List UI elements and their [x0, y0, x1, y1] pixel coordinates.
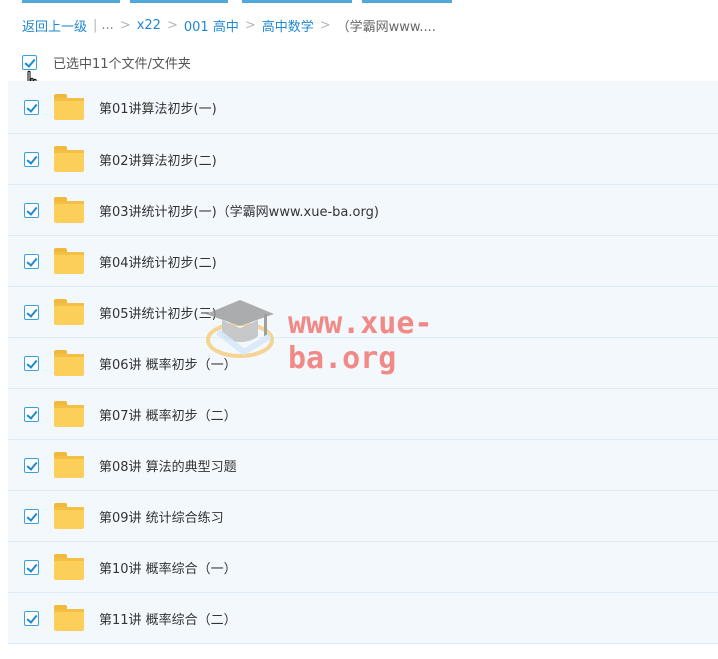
breadcrumb-item-math[interactable]: 高中数学	[262, 16, 314, 35]
breadcrumb-separator: >	[244, 17, 256, 33]
checkbox-checked-icon[interactable]	[24, 508, 39, 524]
breadcrumb-separator: >	[119, 17, 131, 33]
top-tab-strip	[0, 0, 718, 4]
file-name[interactable]: 第03讲统计初步(一)（学霸网www.xue-ba.org)	[99, 201, 379, 220]
file-name[interactable]: 第02讲算法初步(二)	[99, 150, 217, 169]
file-name[interactable]: 第11讲 概率综合（二）	[99, 609, 237, 628]
file-row[interactable]: 第10讲 概率综合（一）	[8, 542, 718, 593]
folder-icon	[53, 299, 85, 325]
file-row[interactable]: 第11讲 概率综合（二）	[8, 593, 718, 644]
tab-indicator	[242, 0, 352, 3]
file-row[interactable]: 第06讲 概率初步（一）	[8, 338, 718, 389]
checkbox-checked-icon[interactable]	[24, 457, 39, 473]
folder-icon	[53, 146, 85, 172]
folder-icon	[53, 452, 85, 478]
folder-icon	[53, 248, 85, 274]
file-row[interactable]: 第08讲 算法的典型习题	[8, 440, 718, 491]
breadcrumb-item-x22[interactable]: x22	[137, 18, 161, 33]
file-name[interactable]: 第06讲 概率初步（一）	[99, 354, 237, 373]
checkbox-checked-icon[interactable]	[24, 355, 39, 371]
select-all-checkbox-icon[interactable]	[22, 54, 37, 70]
folder-icon	[53, 94, 85, 120]
file-row[interactable]: 第03讲统计初步(一)（学霸网www.xue-ba.org)	[8, 185, 718, 236]
file-row[interactable]: 第02讲算法初步(二)	[8, 134, 718, 185]
file-row[interactable]: 第07讲 概率初步（二）	[8, 389, 718, 440]
file-name[interactable]: 第08讲 算法的典型习题	[99, 456, 237, 475]
folder-icon	[53, 197, 85, 223]
file-name[interactable]: 第07讲 概率初步（二）	[99, 405, 237, 424]
checkbox-checked-icon[interactable]	[24, 559, 39, 575]
selection-bar: 已选中11个文件/文件夹	[22, 50, 191, 74]
breadcrumb-separator: >	[319, 17, 331, 33]
checkbox-checked-icon[interactable]	[24, 253, 39, 269]
checkbox-checked-icon[interactable]	[24, 99, 39, 115]
breadcrumb-separator: >	[166, 17, 178, 33]
checkbox-checked-icon[interactable]	[24, 610, 39, 626]
file-name[interactable]: 第01讲算法初步(一)	[99, 98, 217, 117]
checkbox-checked-icon[interactable]	[24, 151, 39, 167]
folder-icon	[53, 503, 85, 529]
breadcrumb: 返回上一级 | ... > x22 > 001 高中 > 高中数学 > （学霸网…	[22, 14, 436, 36]
back-link[interactable]: 返回上一级	[22, 16, 87, 35]
file-name[interactable]: 第10讲 概率综合（一）	[99, 558, 237, 577]
folder-icon	[53, 401, 85, 427]
tab-indicator	[130, 0, 228, 3]
breadcrumb-item-001[interactable]: 001 高中	[184, 16, 239, 35]
file-name[interactable]: 第05讲统计初步(三)	[99, 303, 217, 322]
file-name[interactable]: 第04讲统计初步(二)	[99, 252, 217, 271]
file-row[interactable]: 第05讲统计初步(三)	[8, 287, 718, 338]
file-row[interactable]: 第01讲算法初步(一)	[8, 81, 718, 134]
file-list: 第01讲算法初步(一) 第02讲算法初步(二) 第03讲统计初步(一)（学霸网www…	[8, 81, 718, 644]
tab-indicator	[362, 0, 452, 3]
breadcrumb-ellipsis[interactable]: ...	[101, 18, 113, 33]
file-name[interactable]: 第09讲 统计综合练习	[99, 507, 224, 526]
checkbox-checked-icon[interactable]	[24, 304, 39, 320]
checkbox-checked-icon[interactable]	[24, 202, 39, 218]
folder-icon	[53, 605, 85, 631]
folder-icon	[53, 554, 85, 580]
file-row[interactable]: 第09讲 统计综合练习	[8, 491, 718, 542]
selection-count-label: 已选中11个文件/文件夹	[53, 56, 191, 72]
breadcrumb-current: （学霸网www....	[336, 19, 436, 35]
tab-indicator	[22, 0, 120, 3]
checkbox-checked-icon[interactable]	[24, 406, 39, 422]
file-row[interactable]: 第04讲统计初步(二)	[8, 236, 718, 287]
breadcrumb-separator: |	[93, 17, 98, 33]
folder-icon	[53, 350, 85, 376]
